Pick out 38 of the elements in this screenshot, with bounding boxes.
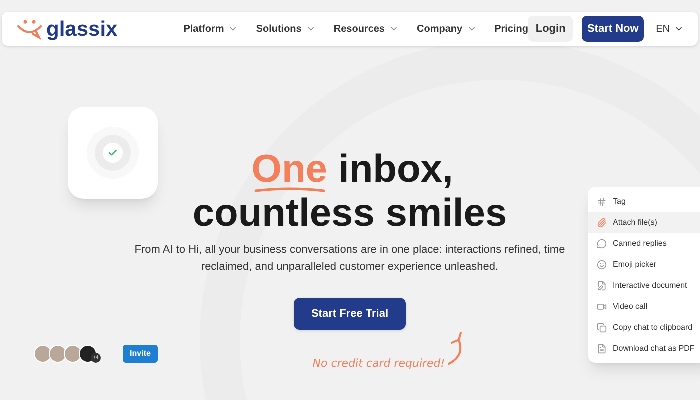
menu-item[interactable]: Attach file(s): [588, 212, 700, 233]
menu-item[interactable]: Copy chat to clipboard: [588, 317, 700, 338]
nav-link[interactable]: Solutions: [256, 22, 316, 36]
nav-link[interactable]: Resources: [334, 22, 399, 36]
language-selector[interactable]: EN: [656, 22, 684, 36]
paperclip-icon: [597, 218, 607, 228]
menu-item[interactable]: Tag: [588, 191, 700, 212]
hash-icon: [597, 196, 607, 206]
document-pen-icon: [597, 280, 607, 290]
smiley-icon: [597, 260, 607, 270]
nav-link[interactable]: Pricing: [494, 22, 528, 36]
login-button[interactable]: Login: [528, 16, 574, 42]
menu-item[interactable]: Emoji picker: [588, 254, 700, 275]
copy-icon: [597, 322, 607, 332]
document-icon: [597, 344, 607, 354]
nav-link[interactable]: Company: [417, 22, 477, 36]
avatar: [49, 345, 67, 363]
logo-text[interactable]: glassix: [46, 18, 118, 40]
nav-link[interactable]: Platform: [184, 22, 238, 36]
smiley-chat-icon: [16, 18, 44, 40]
start-now-button[interactable]: Start Now: [582, 16, 644, 42]
hero-title: inbox,: [338, 148, 454, 192]
video-camera-icon: [597, 302, 607, 312]
check-icon: [108, 148, 118, 158]
start-free-trial-button[interactable]: Start Free Trial: [294, 298, 406, 330]
hero-title: countless smiles: [192, 192, 508, 236]
hero-description: From AI to Hi, all your business conversations are in one place: interactions refined, time reclaimed, and unparalleled customer experience unleashed.: [134, 243, 566, 275]
no-credit-card-note: No credit card required!: [312, 356, 446, 372]
menu-item[interactable]: Canned replies: [588, 233, 700, 254]
menu-item[interactable]: Video call: [588, 296, 700, 317]
invite-button[interactable]: Invite: [123, 345, 158, 363]
menu-item[interactable]: Download chat as PDF: [588, 338, 700, 359]
avatar: [34, 345, 52, 363]
underline-swoosh-icon: [254, 187, 326, 193]
chat-bubble-icon: [597, 238, 607, 248]
menu-item[interactable]: Interactive document: [588, 275, 700, 296]
avatar: [64, 345, 82, 363]
highlighted-title-word: One: [252, 153, 328, 186]
